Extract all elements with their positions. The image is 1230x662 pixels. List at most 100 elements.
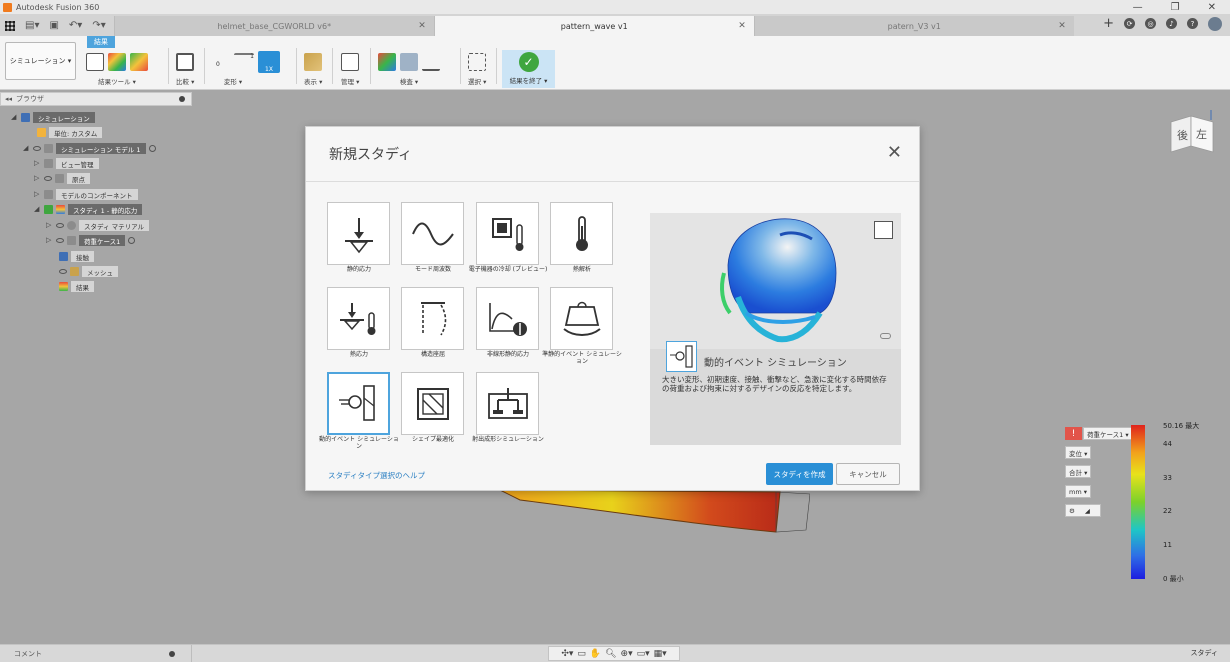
result-type-select[interactable]: 変位 ▾ bbox=[1065, 446, 1092, 459]
expand-icon[interactable]: ◢ bbox=[23, 145, 30, 152]
close-icon[interactable]: ✕ bbox=[738, 21, 746, 31]
display-settings-icon[interactable]: ▭▾ bbox=[637, 649, 650, 659]
close-icon[interactable]: ✕ bbox=[887, 144, 902, 162]
data-panel-grid-icon[interactable] bbox=[5, 20, 15, 31]
expand-icon[interactable]: ▷ bbox=[46, 222, 53, 229]
tree-study1[interactable]: ◢ スタディ 1 - 静的応力 bbox=[34, 204, 143, 215]
gear-icon[interactable]: ⚙ bbox=[1069, 507, 1075, 515]
help-icon[interactable]: ? bbox=[1187, 18, 1198, 29]
cancel-button[interactable]: キャンセル bbox=[836, 463, 900, 485]
close-icon[interactable]: ✕ bbox=[418, 21, 426, 31]
camera-icon[interactable] bbox=[86, 53, 104, 71]
inspect-probe-icon[interactable] bbox=[400, 53, 418, 71]
notifications-bell-icon[interactable]: ♪ bbox=[1166, 18, 1177, 29]
expand-icon[interactable]: ▷ bbox=[46, 237, 53, 244]
compare-icon[interactable] bbox=[176, 53, 194, 71]
study-modal-frequencies[interactable] bbox=[401, 202, 464, 265]
manage-icon[interactable] bbox=[341, 53, 359, 71]
file-menu-icon[interactable]: ▤▾ bbox=[25, 20, 39, 31]
deform-actual-icon[interactable]: 0 bbox=[212, 53, 230, 71]
redo-icon[interactable]: ↷▾ bbox=[92, 20, 105, 31]
study-shape-optimization[interactable] bbox=[401, 372, 464, 435]
deform-adjusted-icon[interactable]: 1 bbox=[234, 53, 254, 71]
browser-header[interactable]: ◂◂ ブラウザ bbox=[0, 92, 192, 106]
study-quasi-static-event[interactable] bbox=[550, 287, 613, 350]
check-icon[interactable] bbox=[44, 205, 53, 214]
display-icon[interactable] bbox=[304, 53, 322, 71]
close-icon[interactable]: ✕ bbox=[1058, 21, 1066, 31]
expand-icon[interactable]: ▷ bbox=[34, 175, 41, 182]
select-marquee-icon[interactable] bbox=[468, 53, 486, 71]
result-details-icon[interactable] bbox=[108, 53, 126, 71]
study-thermal-stress[interactable] bbox=[327, 287, 390, 350]
study-nonlinear-static-stress[interactable] bbox=[476, 287, 539, 350]
study-structural-buckling[interactable] bbox=[401, 287, 464, 350]
study-static-stress[interactable] bbox=[327, 202, 390, 265]
expand-icon[interactable]: ▷ bbox=[34, 191, 41, 198]
create-study-button[interactable]: スタディを作成 bbox=[766, 463, 833, 485]
zoom-window-icon[interactable]: ⊕▾ bbox=[621, 649, 633, 659]
collapse-icon[interactable]: ◂◂ bbox=[5, 95, 12, 103]
zoom-icon[interactable]: 🔍︎ bbox=[605, 649, 616, 659]
legend-settings[interactable]: ⚙ ◢ bbox=[1065, 504, 1101, 517]
tree-results[interactable]: 結果 bbox=[59, 281, 94, 292]
extensions-icon[interactable]: ⟳ bbox=[1124, 18, 1135, 29]
eye-icon[interactable] bbox=[33, 146, 41, 151]
inspect-color-icon[interactable] bbox=[378, 53, 396, 71]
eye-icon[interactable] bbox=[44, 176, 52, 181]
tree-study-materials[interactable]: ▷ スタディ マテリアル bbox=[46, 220, 150, 231]
eye-icon[interactable] bbox=[56, 238, 64, 243]
study-type-help-link[interactable]: スタディタイプ選択のヘルプ bbox=[328, 470, 425, 481]
study-injection-molding[interactable] bbox=[476, 372, 539, 435]
expand-icon[interactable]: ▷ bbox=[34, 160, 41, 167]
deform-group[interactable]: 0 1 1X 変形 ▾ bbox=[212, 50, 280, 90]
pan-hand-icon[interactable]: ✋ bbox=[590, 649, 601, 659]
tree-contacts[interactable]: 接触 bbox=[59, 251, 94, 262]
inspect-group[interactable]: 検査 ▾ bbox=[378, 50, 440, 90]
job-status-icon[interactable]: ◎ bbox=[1145, 18, 1156, 29]
tab-patern-v3[interactable]: patern_V3 v1 ✕ bbox=[753, 16, 1074, 36]
manage-group[interactable]: 管理 ▾ bbox=[341, 50, 359, 90]
workspace-switcher[interactable]: シミュレーション ▾ bbox=[5, 42, 76, 80]
tree-sim-model[interactable]: ◢ シミュレーション モデル 1 bbox=[23, 143, 156, 154]
radio-icon[interactable] bbox=[148, 145, 156, 152]
tree-named-views[interactable]: ▷ ビュー管理 bbox=[34, 158, 99, 169]
browser-options-icon[interactable] bbox=[179, 96, 185, 102]
tree-model-components[interactable]: ▷ モデルのコンポーネント bbox=[34, 189, 138, 200]
measure-icon[interactable] bbox=[422, 53, 440, 71]
tree-units[interactable]: 単位: カスタム bbox=[37, 127, 103, 138]
warning-icon[interactable]: ! bbox=[1065, 427, 1082, 440]
tree-load-case[interactable]: ▷ 荷重ケース1 bbox=[46, 235, 136, 246]
deform-scale-icon[interactable]: 1X bbox=[258, 51, 280, 73]
tab-results[interactable]: 結果 bbox=[87, 36, 115, 48]
minimize-icon[interactable]: — bbox=[1133, 2, 1143, 13]
new-tab-plus-icon[interactable]: + bbox=[1103, 16, 1114, 31]
undo-icon[interactable]: ↶▾ bbox=[69, 20, 82, 31]
save-icon[interactable]: ▣ bbox=[49, 20, 58, 31]
component-select[interactable]: 合計 ▾ bbox=[1065, 465, 1092, 478]
study-electronics-cooling[interactable] bbox=[476, 202, 539, 265]
look-at-icon[interactable]: ▭ bbox=[577, 649, 586, 659]
grid-settings-icon[interactable]: ▦▾ bbox=[654, 649, 667, 659]
list-view-icon[interactable] bbox=[874, 221, 893, 239]
study-dynamic-event[interactable] bbox=[327, 372, 390, 435]
viewcube[interactable]: 後 左 bbox=[1167, 108, 1217, 158]
tab-helmet-base[interactable]: helmet_base_CGWORLD v6* ✕ bbox=[113, 16, 434, 36]
compare-group[interactable]: 比較 ▾ bbox=[176, 50, 194, 90]
finish-results-button[interactable]: ✓ 結果を終了 ▾ bbox=[502, 50, 555, 88]
result-tools-group[interactable]: 結果ツール ▾ bbox=[86, 50, 148, 90]
radio-icon[interactable] bbox=[128, 237, 136, 244]
close-window-icon[interactable]: ✕ bbox=[1208, 2, 1216, 13]
expand-icon[interactable]: ◢ bbox=[34, 206, 41, 213]
tab-pattern-wave[interactable]: pattern_wave v1 ✕ bbox=[433, 16, 754, 36]
select-group[interactable]: 選択 ▾ bbox=[468, 50, 486, 90]
study-thermal[interactable] bbox=[550, 202, 613, 265]
tree-origin[interactable]: ▷ 原点 bbox=[34, 173, 90, 184]
result-compare-icon[interactable] bbox=[130, 53, 148, 71]
comments-panel[interactable]: コメント bbox=[0, 645, 192, 662]
unit-select[interactable]: mm ▾ bbox=[1065, 485, 1091, 498]
comments-options-icon[interactable] bbox=[169, 650, 175, 657]
maximize-icon[interactable]: ❐ bbox=[1171, 2, 1180, 13]
eye-icon[interactable] bbox=[56, 223, 64, 228]
display-group[interactable]: 表示 ▾ bbox=[304, 50, 322, 90]
